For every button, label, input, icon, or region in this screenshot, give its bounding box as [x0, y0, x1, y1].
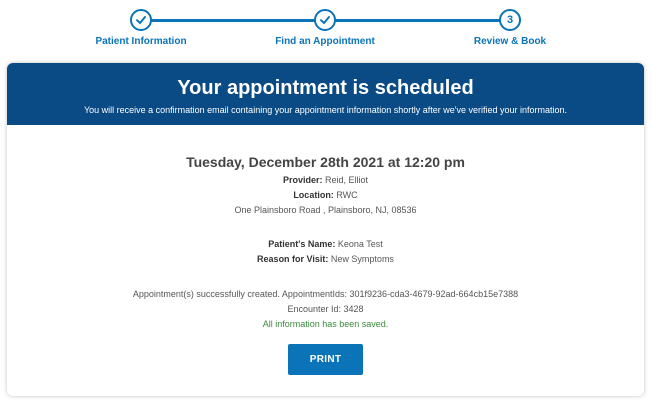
- confirmation-card: Your appointment is scheduled You will r…: [7, 63, 644, 396]
- step-3-number: 3: [499, 9, 521, 31]
- reason-value: New Symptoms: [330, 254, 394, 264]
- step-3-label: Review & Book: [473, 36, 547, 47]
- patient-value: Keona Test: [337, 239, 383, 249]
- provider-row: Provider: Reid, Elliot: [7, 173, 644, 188]
- print-button[interactable]: PRINT: [288, 344, 363, 375]
- step-2-label: Find an Appointment: [275, 36, 375, 47]
- location-value: RWC: [336, 190, 358, 200]
- appointment-details: Tuesday, December 28th 2021 at 12:20 pm …: [7, 154, 644, 375]
- step-1-check-icon: [130, 9, 152, 31]
- page-title: Your appointment is scheduled: [177, 77, 474, 99]
- provider-value: Reid, Elliot: [325, 175, 369, 185]
- appointment-datetime: Tuesday, December 28th 2021 at 12:20 pm: [186, 154, 465, 170]
- progress-stepper: Patient Information Find an Appointment …: [0, 0, 652, 58]
- patient-label: Patient's Name:: [268, 239, 336, 249]
- address: One Plainsboro Road , Plainsboro, NJ, 08…: [234, 205, 417, 215]
- step-2-check-icon: [314, 9, 336, 31]
- status-message: Appointment(s) successfully created. App…: [132, 289, 519, 299]
- location-row: Location: RWC: [7, 188, 644, 203]
- confirmation-header: Your appointment is scheduled You will r…: [7, 63, 644, 125]
- encounter-id: Encounter Id: 3428: [287, 304, 364, 314]
- saved-message: All information has been saved.: [262, 319, 389, 329]
- location-label: Location:: [293, 190, 334, 200]
- reason-row: Reason for Visit: New Symptoms: [7, 252, 644, 267]
- patient-row: Patient's Name: Keona Test: [7, 237, 644, 252]
- step-1-label: Patient Information: [95, 36, 187, 47]
- provider-label: Provider:: [282, 175, 323, 185]
- reason-label: Reason for Visit:: [257, 254, 329, 264]
- confirmation-subtitle: You will receive a confirmation email co…: [83, 105, 568, 115]
